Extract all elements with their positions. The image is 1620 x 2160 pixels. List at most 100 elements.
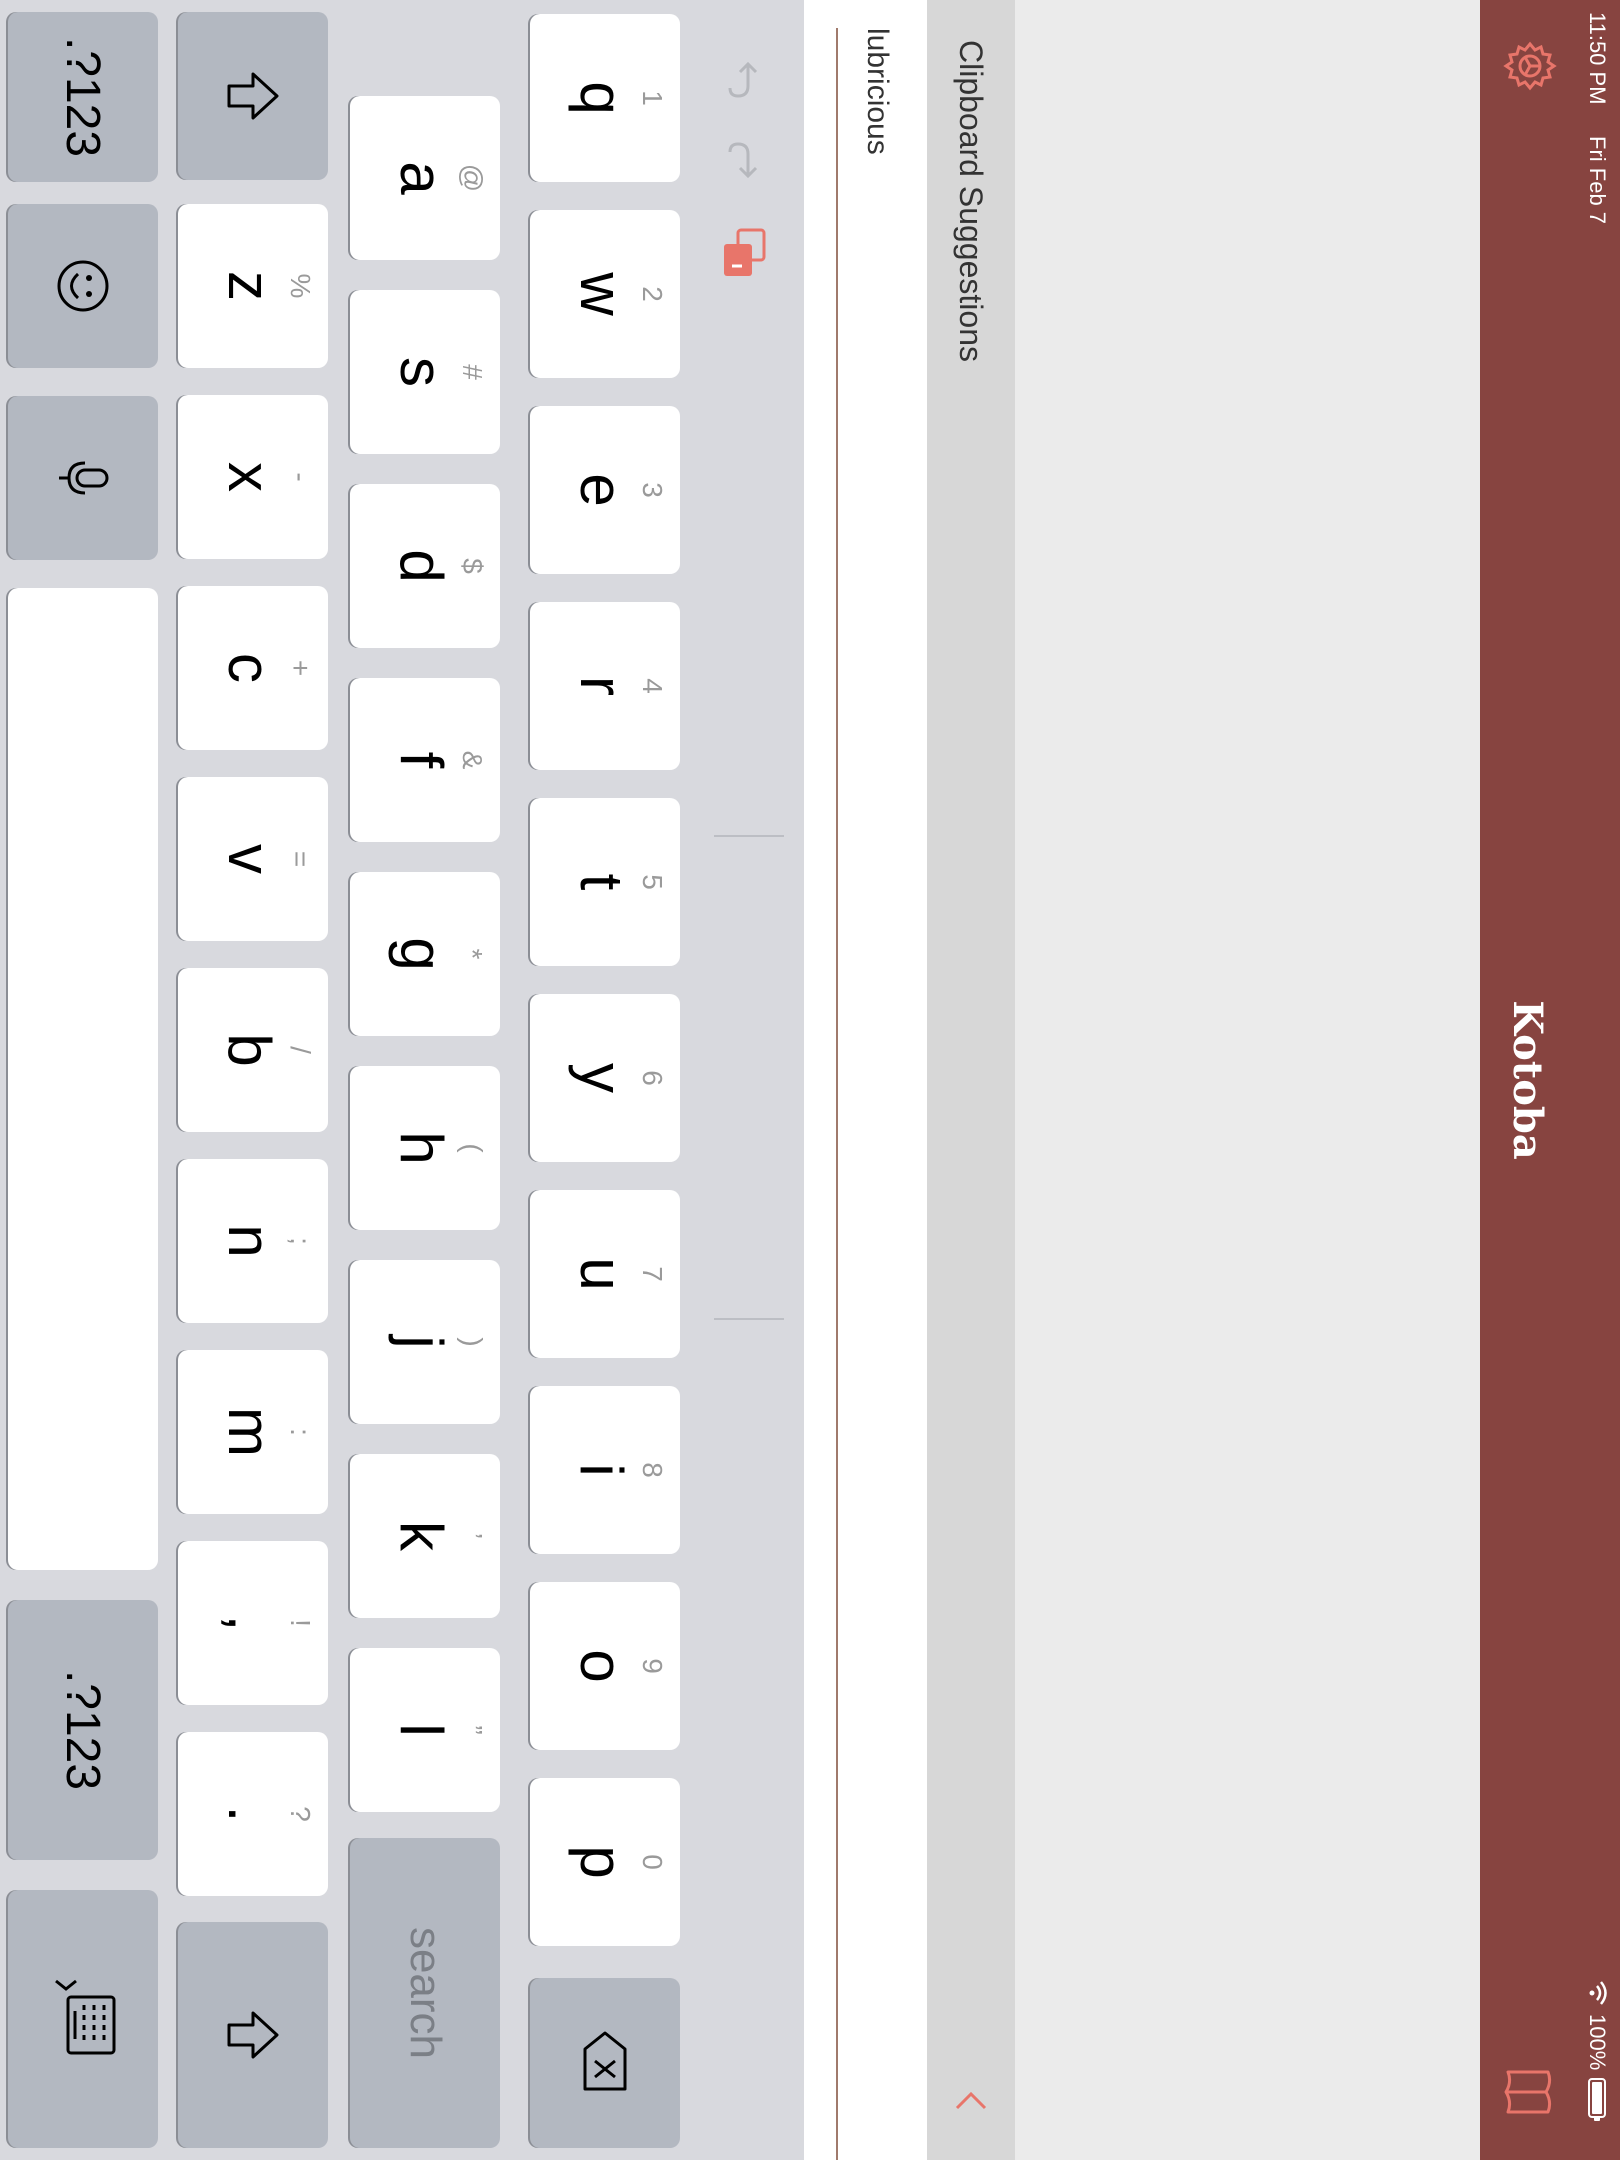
key-secondary-label: # (457, 364, 488, 380)
battery-percent: 100% (1585, 2014, 1610, 2071)
microphone-key[interactable] (8, 396, 158, 560)
key-label: c (216, 653, 283, 683)
key-i[interactable]: 8i (530, 1386, 680, 1554)
shift-icon (227, 2011, 279, 2059)
key-g[interactable]: * g (350, 872, 500, 1036)
key-label: x (216, 462, 283, 492)
key-label: a (388, 161, 455, 195)
key-secondary-label: / (285, 1046, 316, 1054)
key-label: d (388, 549, 455, 583)
key-label: t (568, 873, 635, 891)
key-secondary-label: 4 (637, 678, 668, 694)
key-label: z (216, 271, 283, 301)
keyboard-dismiss-key[interactable] (8, 1890, 158, 2148)
nav-bar: Kotoba (1480, 0, 1574, 2160)
key-label: f (388, 751, 455, 769)
key-secondary-label: ? (285, 1806, 316, 1822)
key-s[interactable]: # s (350, 290, 500, 454)
settings-icon[interactable] (1500, 36, 1560, 96)
key-j[interactable]: ) j (350, 1260, 500, 1424)
key-label: g (388, 937, 455, 971)
clipboard-suggestion-item[interactable]: lubricious (804, 28, 927, 155)
key-secondary-label: % (285, 273, 316, 299)
key-d[interactable]: $ d (350, 484, 500, 648)
key-label: p (568, 1845, 635, 1879)
clipboard-suggestions-header: Clipboard Suggestions (927, 0, 1015, 2160)
key-l[interactable]: ” l (350, 1648, 500, 1812)
key-label: q (568, 81, 635, 115)
emoji-key[interactable] (8, 204, 158, 368)
key-secondary-label: $ (457, 558, 488, 574)
app-screen: 11:50 PM Fri Feb 7 100% Kotoba Type a Wo… (0, 0, 1620, 2160)
key-label: v (216, 844, 283, 874)
key-v[interactable]: = v (178, 777, 328, 941)
key-secondary-label: 3 (637, 482, 668, 498)
chevron-left-icon[interactable] (951, 2082, 991, 2118)
key-q[interactable]: 1q (530, 14, 680, 182)
backspace-key[interactable] (530, 1978, 680, 2148)
numbers-key-label: .?123 (56, 1669, 110, 1791)
key-t[interactable]: 5t (530, 798, 680, 966)
status-time: 11:50 PM (1585, 12, 1610, 105)
key-n[interactable]: ; n (178, 1159, 328, 1323)
key-secondary-label: 7 (637, 1266, 668, 1282)
redo-icon[interactable] (724, 138, 764, 182)
key-o[interactable]: 9o (530, 1582, 680, 1750)
key-label: w (568, 272, 635, 316)
key-h[interactable]: (h (350, 1066, 500, 1230)
key-comma[interactable]: !, (178, 1541, 328, 1705)
microphone-icon (59, 461, 109, 495)
key-secondary-label: ) (457, 1337, 488, 1347)
key-label: i (568, 1463, 635, 1477)
key-r[interactable]: 4r (530, 602, 680, 770)
key-label: u (568, 1257, 635, 1291)
divider (836, 28, 838, 2160)
key-label: o (568, 1649, 635, 1683)
keyboard-split-handle[interactable] (714, 835, 784, 837)
key-b[interactable]: / b (178, 968, 328, 1132)
undo-icon[interactable] (724, 58, 764, 102)
key-z[interactable]: % z (178, 204, 328, 368)
key-label: j (388, 1335, 455, 1349)
key-p[interactable]: 0p (530, 1778, 680, 1946)
emoji-icon (57, 260, 109, 312)
keyboard-split-handle[interactable] (714, 1318, 784, 1320)
numbers-key-left[interactable]: .?123 (8, 12, 158, 182)
key-period[interactable]: ?. (178, 1732, 328, 1896)
wifi-icon (1589, 1981, 1607, 2005)
status-bar: 11:50 PM Fri Feb 7 100% (1574, 0, 1620, 2160)
key-label: h (388, 1131, 455, 1165)
key-f[interactable]: & f (350, 678, 500, 842)
key-y[interactable]: 6y (530, 994, 680, 1162)
key-secondary-label: ’ (457, 1532, 488, 1540)
key-w[interactable]: 2w (530, 210, 680, 378)
clipboard-suggestions-list: lubricious (804, 0, 927, 2160)
key-secondary-label: @ (457, 163, 488, 193)
shift-key-right[interactable] (178, 1922, 328, 2148)
key-secondary-label: 5 (637, 874, 668, 890)
key-m[interactable]: :m (178, 1350, 328, 1514)
key-secondary-label: = (285, 850, 316, 868)
backspace-icon (583, 2031, 627, 2091)
key-label: y (568, 1063, 635, 1093)
numbers-key-right[interactable]: .?123 (8, 1600, 158, 1860)
search-key[interactable]: search (350, 1838, 500, 2148)
key-x[interactable]: -x (178, 395, 328, 559)
book-icon[interactable] (1502, 2068, 1554, 2116)
key-u[interactable]: 7u (530, 1190, 680, 1358)
key-secondary-label: : (285, 1428, 316, 1436)
key-secondary-label: * (457, 948, 488, 960)
key-k[interactable]: ’ k (350, 1454, 500, 1618)
app-title: Kotoba (1504, 1000, 1551, 1160)
key-label: k (388, 1521, 455, 1551)
key-c[interactable]: + c (178, 586, 328, 750)
key-label: l (388, 1723, 455, 1737)
key-label: r (568, 676, 635, 696)
key-e[interactable]: 3e (530, 406, 680, 574)
key-secondary-label: 0 (637, 1854, 668, 1870)
clipboard-paste-icon[interactable] (720, 226, 768, 280)
space-key[interactable] (8, 588, 158, 1570)
key-label: s (388, 357, 455, 387)
key-a[interactable]: @ a (350, 96, 500, 260)
shift-key-left[interactable] (178, 12, 328, 180)
